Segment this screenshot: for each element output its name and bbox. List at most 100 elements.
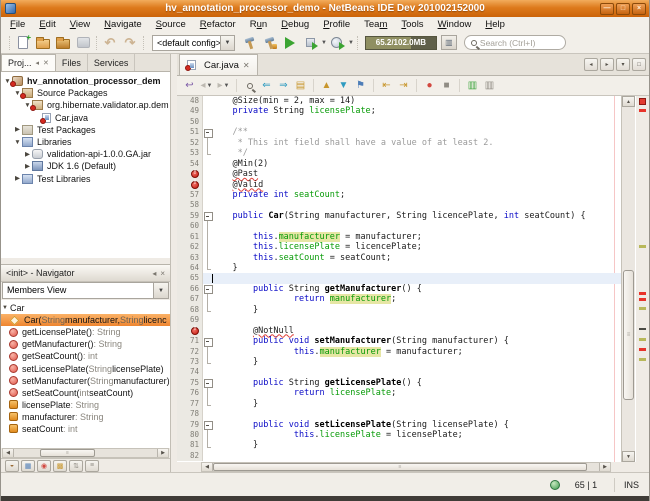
menu-debug[interactable]: Debug [274,19,316,30]
warning-mark[interactable] [639,245,646,248]
code-text[interactable] [212,451,621,461]
new-project-button[interactable] [33,33,53,52]
expand-arrow-icon[interactable]: ▶ [23,150,32,159]
fold-toggle-icon[interactable] [203,127,212,137]
code-line-71[interactable]: 71 public void setManufacturer(String ma… [177,336,621,346]
scroll-left-icon[interactable]: ◀ [3,449,14,457]
close-icon[interactable]: × [160,269,165,278]
line-number-gutter[interactable]: 54 [177,159,203,169]
code-line-50[interactable]: 50 [177,117,621,127]
line-number-gutter[interactable] [177,180,203,190]
code-line-55[interactable]: @Past [177,169,621,179]
code-text[interactable] [212,273,621,283]
code-text[interactable]: private int seatCount; [212,190,621,200]
tab-files[interactable]: Files [56,54,88,71]
menu-refactor[interactable]: Refactor [193,19,243,30]
code-text[interactable] [212,117,621,127]
code-line-51[interactable]: 51 /** [177,127,621,137]
code-line-76[interactable]: 76 return licensePlate; [177,388,621,398]
memory-indicator[interactable]: 65.2/102.0MB [365,36,437,50]
code-line-52[interactable]: 52 * This int field shall have a value o… [177,138,621,148]
code-line-66[interactable]: 66 public String getManufacturer() { [177,284,621,294]
code-text[interactable]: } [212,399,621,409]
scrollbar-thumb[interactable]: ≡ [213,463,587,471]
code-text[interactable]: * This int field shall have a value of a… [212,138,621,148]
code-text[interactable]: public String getLicensePlate() { [212,378,621,388]
project-tree-row[interactable]: ▶Test Packages [1,124,170,136]
show-non-public-members-button[interactable]: ◉ [37,460,51,472]
redo-button[interactable]: ↷ [120,33,140,52]
code-text[interactable]: this.manufacturer = manufacturer; [212,232,621,242]
menu-profile[interactable]: Profile [316,19,357,30]
code-text[interactable]: this.licensePlate = licencePlate; [212,242,621,252]
code-line-80[interactable]: 80 this.licensePlate = licensePlate; [177,430,621,440]
navigator-item-8[interactable]: licensePlate : String [1,399,170,411]
menu-window[interactable]: Window [431,19,479,30]
line-number-gutter[interactable]: 76 [177,388,203,398]
new-file-button[interactable]: + [13,33,33,52]
code-line-63[interactable]: 63 this.seatCount = seatCount; [177,253,621,263]
line-number-gutter[interactable]: 53 [177,148,203,158]
code-text[interactable]: this.manufacturer = manufacturer; [212,347,621,357]
code-line-67[interactable]: 67 return manufacturer; [177,294,621,304]
fold-toggle-icon[interactable] [203,284,212,294]
chevron-down-icon[interactable]: ▼ [220,35,235,51]
code-text[interactable]: @Valid [212,180,621,190]
menu-run[interactable]: Run [243,19,274,30]
project-tree-row[interactable]: ▶JDK 1.6 (Default) [1,160,170,172]
code-text[interactable]: } [212,263,621,273]
line-number-gutter[interactable]: 61 [177,232,203,242]
chevron-down-icon[interactable]: ▼ [348,40,354,46]
menu-edit[interactable]: Edit [32,19,62,30]
collapse-arrow-icon[interactable]: ▼ [13,138,22,147]
navigator-item-1[interactable]: Car(String manufacturer, String licenc [1,314,170,326]
navigator-item-5[interactable]: setLicensePlate(String licensePlate) [1,362,170,374]
line-number-gutter[interactable]: 58 [177,200,203,210]
code-line-72[interactable]: 72 this.manufacturer = manufacturer; [177,347,621,357]
code-text[interactable]: this.licensePlate = licensePlate; [212,430,621,440]
save-all-button[interactable] [73,33,93,52]
line-number-gutter[interactable]: 69 [177,315,203,325]
navigator-item-3[interactable]: getManufacturer() : String [1,338,170,350]
project-tree-row[interactable]: ▶validation-api-1.0.0.GA.jar [1,148,170,160]
line-number-gutter[interactable]: 71 [177,336,203,346]
menu-view[interactable]: View [63,19,97,30]
scrollbar-thumb[interactable]: ≡ [40,449,95,457]
scroll-right-icon[interactable]: ▶ [599,463,610,471]
line-number-gutter[interactable] [177,169,203,179]
line-number-gutter[interactable]: 79 [177,420,203,430]
code-text[interactable]: @Min(2) [212,159,621,169]
line-number-gutter[interactable]: 50 [177,117,203,127]
project-tree-row[interactable]: Car.java [1,112,170,124]
close-icon[interactable]: ✕ [43,59,49,67]
chevron-down-icon[interactable]: ▼ [153,282,169,299]
code-line-49[interactable]: 49 private String licensePlate; [177,106,621,116]
code-text[interactable]: */ [212,148,621,158]
scroll-right-icon[interactable]: ▶ [157,449,168,457]
scroll-tabs-left-button[interactable]: ◂ [584,58,598,71]
previous-bookmark-button[interactable]: ▲ [318,77,335,94]
code-line-75[interactable]: 75 public String getLicensePlate() { [177,378,621,388]
code-line-61[interactable]: 61 this.manufacturer = manufacturer; [177,232,621,242]
code-line-56[interactable]: @Valid [177,180,621,190]
line-number-gutter[interactable]: 72 [177,347,203,357]
profile-button[interactable] [327,33,347,52]
project-tree-row[interactable]: ▼Source Packages [1,87,170,99]
last-edit-position-button[interactable]: ↩ [181,77,198,94]
code-line-48[interactable]: 48 @Size(min = 2, max = 14) [177,96,621,106]
fold-toggle-icon[interactable] [203,211,212,221]
code-line-73[interactable]: 73 } [177,357,621,367]
line-number-gutter[interactable]: 73 [177,357,203,367]
close-icon[interactable]: ✕ [243,61,250,70]
line-number-gutter[interactable]: 77 [177,399,203,409]
code-text[interactable]: this.seatCount = seatCount; [212,253,621,263]
scrollbar-thumb[interactable]: ≡ [623,270,634,400]
fold-toggle-icon[interactable] [203,336,212,346]
start-macro-recording-button[interactable]: ● [421,77,438,94]
fold-toggle-icon[interactable] [203,378,212,388]
expand-arrow-icon[interactable]: ▶ [13,125,22,134]
line-number-gutter[interactable]: 65 [177,273,203,283]
tab-list-dropdown-button[interactable]: ▾ [616,58,630,71]
code-line-79[interactable]: 79 public void setLicensePlate(String li… [177,420,621,430]
line-number-gutter[interactable]: 64 [177,263,203,273]
